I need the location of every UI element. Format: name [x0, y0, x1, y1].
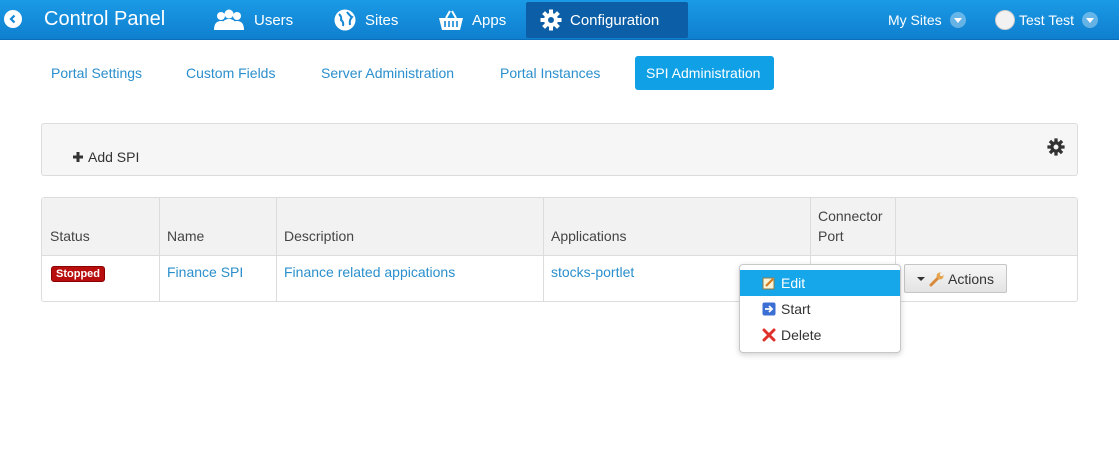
- column-divider: [159, 198, 160, 301]
- header-description[interactable]: Description: [284, 226, 354, 246]
- add-spi-button[interactable]: Add SPI: [72, 149, 139, 165]
- gear-icon: [540, 9, 562, 31]
- caret-down-icon: [917, 276, 926, 281]
- chevron-down-icon: [1082, 12, 1098, 28]
- header-name[interactable]: Name: [167, 226, 204, 246]
- user-menu[interactable]: Test Test: [995, 2, 1098, 38]
- menu-item-start-label: Start: [781, 301, 811, 317]
- header-port: Port: [818, 228, 844, 244]
- nav-users-label: Users: [254, 11, 294, 29]
- control-panel-dock: Control Panel Users Sites Apps Configura…: [0, 0, 1119, 40]
- menu-item-edit-label: Edit: [781, 275, 806, 291]
- tab-portal-instances[interactable]: Portal Instances: [500, 56, 600, 90]
- header-connector[interactable]: Connector: [818, 206, 883, 226]
- actions-label: Actions: [948, 270, 994, 287]
- basket-icon: [439, 10, 463, 30]
- tab-spi-administration[interactable]: SPI Administration: [635, 56, 774, 90]
- spi-description-link[interactable]: Finance related appications: [284, 264, 455, 280]
- status-badge: Stopped: [51, 266, 105, 282]
- nav-configuration[interactable]: Configuration: [526, 2, 688, 38]
- nav-sites-label: Sites: [365, 11, 399, 29]
- wrench-icon: [929, 272, 944, 286]
- tab-server-administration[interactable]: Server Administration: [321, 56, 454, 90]
- spi-toolbar: Add SPI: [41, 123, 1078, 176]
- tab-custom-fields[interactable]: Custom Fields: [186, 56, 275, 90]
- column-divider: [276, 198, 277, 301]
- menu-item-delete-label: Delete: [781, 327, 822, 343]
- actions-button[interactable]: Actions: [904, 264, 1007, 293]
- chevron-down-icon: [949, 12, 966, 28]
- actions-menu: Edit Start Delete: [739, 264, 901, 353]
- header-applications[interactable]: Applications: [551, 226, 627, 246]
- column-divider: [543, 198, 544, 301]
- nav-apps-label: Apps: [472, 11, 507, 29]
- user-name: Test Test: [1019, 12, 1074, 28]
- add-spi-label: Add SPI: [88, 149, 140, 165]
- nav-sites[interactable]: Sites: [333, 2, 398, 38]
- plus-icon: [73, 152, 83, 162]
- spi-applications-link[interactable]: stocks-portlet: [551, 264, 634, 280]
- header-status[interactable]: Status: [50, 226, 90, 246]
- delete-icon: [762, 328, 776, 342]
- spi-name-link[interactable]: Finance SPI: [167, 264, 243, 280]
- nav-apps[interactable]: Apps: [438, 2, 506, 38]
- avatar: [995, 10, 1015, 30]
- nav-configuration-label: Configuration: [570, 11, 660, 29]
- control-panel-title[interactable]: Control Panel: [44, 8, 165, 31]
- my-sites-label: My Sites: [888, 12, 942, 28]
- nav-users[interactable]: Users: [212, 2, 293, 38]
- back-icon[interactable]: [4, 10, 22, 28]
- menu-item-delete[interactable]: Delete: [740, 322, 900, 348]
- spi-table: Status Name Description Applications Con…: [41, 197, 1078, 302]
- users-icon: [214, 9, 244, 30]
- my-sites-menu[interactable]: My Sites: [888, 2, 966, 38]
- settings-gear-icon[interactable]: [1047, 138, 1065, 159]
- globe-icon: [334, 9, 356, 31]
- edit-icon: [762, 276, 776, 290]
- menu-item-edit[interactable]: Edit: [740, 270, 900, 296]
- tab-portal-settings[interactable]: Portal Settings: [51, 56, 142, 90]
- menu-item-start[interactable]: Start: [740, 296, 900, 322]
- start-icon: [762, 302, 776, 316]
